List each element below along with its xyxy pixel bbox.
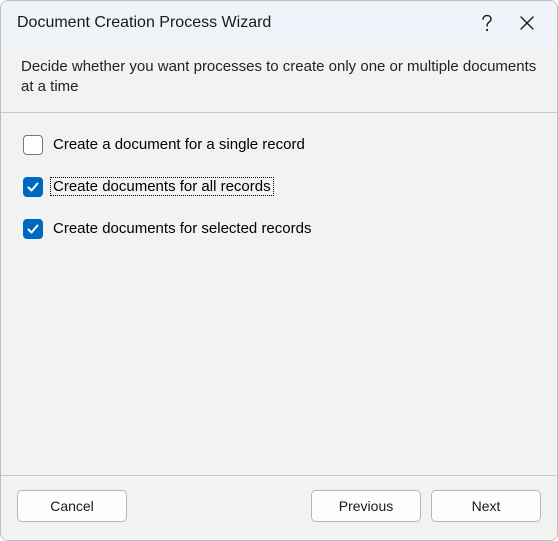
checkmark-icon	[26, 222, 40, 236]
titlebar: Document Creation Process Wizard	[1, 1, 557, 45]
footer: Cancel Previous Next	[1, 476, 557, 540]
option-label: Create documents for selected records	[51, 220, 313, 237]
checkbox-single-record[interactable]	[23, 135, 43, 155]
dialog-title: Document Creation Process Wizard	[17, 14, 467, 32]
next-button[interactable]: Next	[431, 490, 541, 522]
close-button[interactable]	[507, 3, 547, 43]
option-selected-records[interactable]: Create documents for selected records	[23, 219, 535, 239]
option-label: Create documents for all records	[51, 178, 273, 195]
options-panel: Create a document for a single record Cr…	[1, 113, 557, 477]
cancel-button[interactable]: Cancel	[17, 490, 127, 522]
option-all-records[interactable]: Create documents for all records	[23, 177, 535, 197]
checkbox-all-records[interactable]	[23, 177, 43, 197]
wizard-dialog: Document Creation Process Wizard Decide …	[0, 0, 558, 541]
instructions-text: Decide whether you want processes to cre…	[1, 45, 557, 113]
previous-button[interactable]: Previous	[311, 490, 421, 522]
option-label: Create a document for a single record	[51, 136, 307, 153]
checkbox-selected-records[interactable]	[23, 219, 43, 239]
checkmark-icon	[26, 180, 40, 194]
help-button[interactable]	[467, 3, 507, 43]
help-icon	[480, 14, 494, 32]
close-icon	[520, 16, 534, 30]
option-single-record[interactable]: Create a document for a single record	[23, 135, 535, 155]
